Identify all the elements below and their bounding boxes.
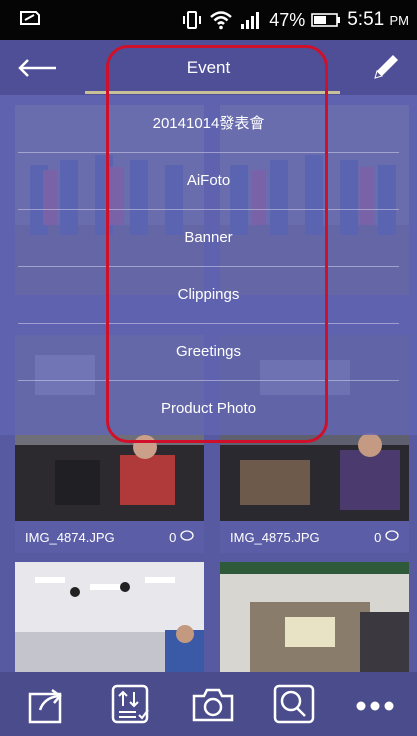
clock: 5:51 PM [347,9,409,31]
highlight-outline [106,45,328,443]
comment-count: 0 [374,530,399,545]
pencil-edit-icon[interactable] [369,50,403,84]
share-icon[interactable] [24,682,70,726]
battery-percentage: 47% [269,9,306,30]
comment-count-value: 0 [169,530,177,545]
bottom-toolbar [0,672,417,736]
search-icon[interactable] [271,682,317,726]
photo-caption: IMG_4874.JPG 0 [15,521,204,553]
photo-thumbnail [220,562,409,672]
photo-caption: IMG_4875.JPG 0 [220,521,409,553]
notification-icon [20,11,40,25]
comment-icon [385,530,399,541]
clock-time: 5:51 [347,9,385,30]
camera-icon[interactable] [190,682,236,726]
wifi-icon [210,11,233,30]
comment-count: 0 [169,530,194,545]
status-bar: 47% 5:51 PM [0,0,417,40]
clock-ampm: PM [389,13,410,28]
photo-thumbnail [15,562,204,672]
battery-icon [311,13,341,27]
photo-filename: IMG_4874.JPG [25,530,115,545]
comment-icon [180,530,194,541]
photo-filename: IMG_4875.JPG [230,530,320,545]
photo-tile[interactable] [15,562,204,672]
app-screen: 47% 5:51 PM Event IMG_4874.JPG 0 IMG_487… [0,0,417,736]
photo-tile[interactable] [220,562,409,672]
more-icon[interactable] [352,682,398,726]
comment-count-value: 0 [374,530,382,545]
sort-icon[interactable] [108,682,154,726]
vibrate-icon [183,11,202,29]
signal-icon [241,12,260,29]
